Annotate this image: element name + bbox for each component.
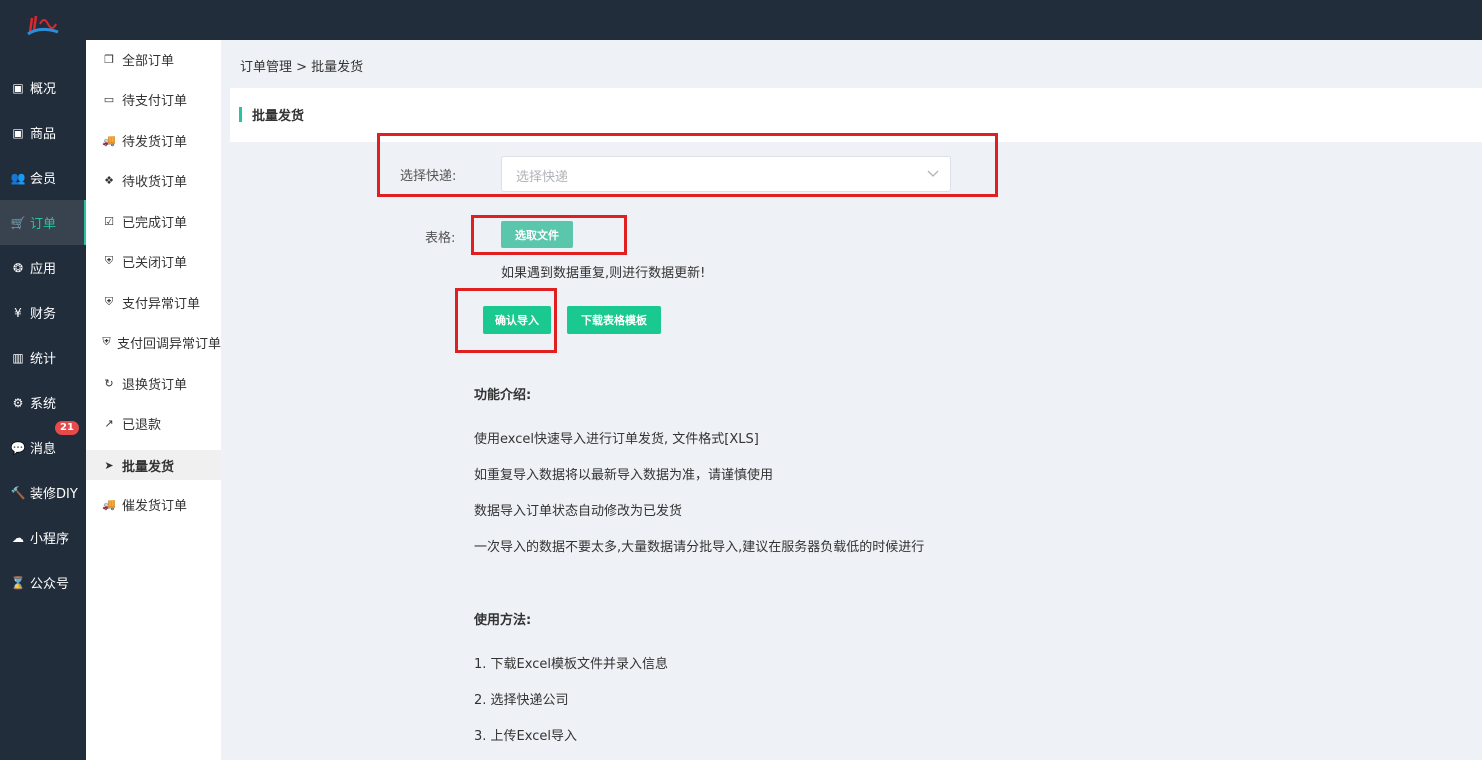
intro-line: 如重复导入数据将以最新导入数据为准，请谨慎使用 — [474, 468, 774, 483]
sidebar-item-label: 概况 — [30, 82, 57, 97]
subnav-item[interactable]: ➤ 批量发货 — [86, 450, 221, 480]
check-square-icon: ☑ — [104, 214, 114, 228]
sidebar-item-label: 小程序 — [30, 532, 70, 547]
sidebar-item-label: 会员 — [30, 172, 57, 187]
hourglass-icon: ⌛ — [10, 575, 26, 590]
subnav-item[interactable]: 🚚 催发货订单 — [86, 489, 221, 519]
sidebar-item[interactable]: ▣ 概况 — [0, 65, 86, 110]
gears-icon: ⚙ — [12, 395, 24, 410]
sidebar-item-label: 订单 — [30, 217, 57, 232]
sidebar-item[interactable]: 💬 消息 21 — [0, 421, 86, 470]
page-title: 批量发货 — [252, 109, 305, 124]
cart-icon: 🛒 — [10, 215, 26, 230]
truck-icon: 🚚 — [102, 497, 116, 511]
subnav-item-label: 待收货订单 — [122, 174, 188, 190]
express-placeholder: 选择快递 — [516, 170, 569, 185]
subnav-item-label: 支付回调异常订单 — [116, 336, 221, 352]
subnav-item[interactable]: ❐ 全部订单 — [86, 44, 221, 74]
sidebar-item[interactable]: 🔨 装修DIY — [0, 470, 86, 515]
sidebar-item-label: 消息 — [30, 442, 57, 457]
express-select[interactable]: 选择快递 — [501, 156, 951, 192]
subnav-item[interactable]: ⛨ 支付回调异常订单 — [86, 327, 221, 357]
intro-line: 一次导入的数据不要太多,大量数据请分批导入,建议在服务器负载低的时候进行 — [474, 540, 925, 555]
subnav-item-label: 待支付订单 — [122, 93, 188, 109]
panel-header: 批量发货 — [230, 88, 1482, 142]
subnav-item-label: 已完成订单 — [122, 215, 188, 231]
usage-line: 2. 选择快递公司 — [474, 693, 569, 708]
choose-file-button[interactable]: 选取文件 — [501, 221, 573, 248]
copy-icon: ❐ — [104, 52, 114, 66]
top-bar — [0, 0, 1482, 40]
express-label: 选择快递: — [400, 169, 457, 184]
hammer-icon: 🔨 — [10, 485, 26, 500]
sidebar-item[interactable]: 👥 会员 — [0, 155, 86, 200]
shield-icon: ⛨ — [104, 295, 114, 308]
subnav-item[interactable]: ❖ 待收货订单 — [86, 165, 221, 195]
subnav-item[interactable]: ⛨ 支付异常订单 — [86, 287, 221, 317]
sidebar-item[interactable]: ¥ 财务 — [0, 290, 86, 335]
dropbox-icon: ❖ — [104, 173, 114, 187]
subnav-item-label: 全部订单 — [122, 53, 175, 69]
subnav-item-label: 已退款 — [122, 417, 162, 433]
sidebar-item[interactable]: ▣ 商品 — [0, 110, 86, 155]
sidebar-item[interactable]: ▥ 统计 — [0, 335, 86, 380]
yen-icon: ¥ — [14, 305, 22, 320]
sidebar-item-label: 公众号 — [30, 577, 70, 592]
send-icon: ➤ — [104, 458, 114, 472]
download-template-button[interactable]: 下载表格模板 — [567, 306, 661, 334]
intro-title: 功能介绍: — [474, 388, 532, 403]
chart-icon: ▥ — [12, 350, 24, 365]
breadcrumb: 订单管理 > 批量发货 — [240, 60, 364, 75]
wechat-icon: ☁ — [12, 530, 24, 545]
subnav-item[interactable]: ☑ 已完成订单 — [86, 206, 221, 236]
credit-card-icon: ▭ — [103, 92, 115, 106]
sidebar-item-label: 商品 — [30, 127, 57, 142]
usage-line: 1. 下载Excel模板文件并录入信息 — [474, 657, 668, 672]
order-subnav: ❐ 全部订单 ▭ 待支付订单 🚚 待发货订单 ❖ 待收货订单 ☑ 已完成订单 ⛨ 已关闭订单 ⛨ 支付异常… — [86, 40, 221, 760]
sidebar-item[interactable]: ❂ 应用 — [0, 245, 86, 290]
main-sidebar: ▣ 概况 ▣ 商品 👥 会员 🛒 订单 ❂ 应用 ¥ 财务 ▥ 统计 ⚙ 系统 💬 消息 21 🔨 装修DIY ☁ 小程序 ⌛… — [0, 40, 86, 760]
sidebar-item[interactable]: 🛒 订单 — [0, 200, 86, 245]
subnav-item-label: 待发货订单 — [122, 134, 188, 150]
sidebar-item-label: 财务 — [30, 307, 57, 322]
subnav-item[interactable]: ▭ 待支付订单 — [86, 84, 221, 114]
apps-icon: ❂ — [12, 260, 24, 275]
subnav-item-label: 已关闭订单 — [122, 255, 188, 271]
sidebar-item-label: 应用 — [30, 262, 57, 277]
sidebar-item[interactable]: ⚙ 系统 — [0, 380, 86, 425]
sidebar-item-label: 装修DIY — [30, 487, 78, 502]
share-icon: ↗ — [104, 416, 114, 430]
logo-icon[interactable] — [26, 14, 60, 38]
intro-line: 数据导入订单状态自动修改为已发货 — [474, 504, 683, 519]
duplicate-hint: 如果遇到数据重复,则进行数据更新! — [501, 266, 706, 281]
subnav-item-label: 批量发货 — [122, 459, 175, 475]
truck-icon: 🚚 — [102, 133, 116, 147]
subnav-item[interactable]: 🚚 待发货订单 — [86, 125, 221, 155]
dashboard-icon: ▣ — [12, 80, 24, 95]
sidebar-item[interactable]: ☁ 小程序 — [0, 515, 86, 560]
chevron-down-icon — [927, 170, 939, 177]
refresh-icon: ↻ — [104, 376, 114, 390]
goods-icon: ▣ — [12, 125, 24, 140]
sidebar-item[interactable]: ⌛ 公众号 — [0, 560, 86, 605]
shield-icon: ⛨ — [102, 335, 111, 348]
subnav-item-label: 催发货订单 — [122, 498, 188, 514]
sidebar-item-label: 统计 — [30, 352, 57, 367]
subnav-item-label: 支付异常订单 — [122, 296, 201, 312]
confirm-import-button[interactable]: 确认导入 — [483, 306, 551, 334]
subnav-item[interactable]: ↻ 退换货订单 — [86, 368, 221, 398]
subnav-item[interactable]: ⛨ 已关闭订单 — [86, 246, 221, 276]
sidebar-item-label: 系统 — [30, 397, 57, 412]
shield-icon: ⛨ — [104, 254, 114, 267]
intro-line: 使用excel快速导入进行订单发货, 文件格式[XLS] — [474, 432, 759, 447]
chat-icon: 💬 — [10, 440, 26, 455]
unread-badge: 21 — [55, 421, 79, 435]
usage-title: 使用方法: — [474, 613, 532, 628]
usage-line: 3. 上传Excel导入 — [474, 729, 577, 744]
users-icon: 👥 — [10, 170, 26, 185]
subnav-item[interactable]: ↗ 已退款 — [86, 408, 221, 438]
table-label: 表格: — [425, 231, 456, 246]
title-accent-bar — [239, 107, 242, 122]
subnav-item-label: 退换货订单 — [122, 377, 188, 393]
